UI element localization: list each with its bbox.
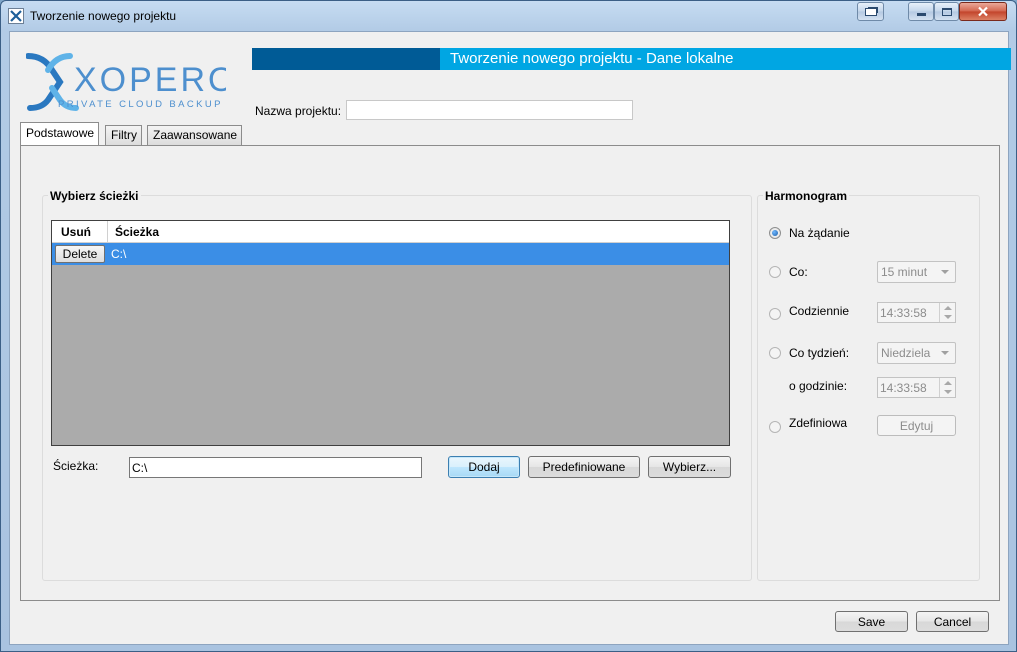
on-demand-label: Na żądanie [789, 226, 850, 240]
chevron-down-icon [941, 270, 949, 274]
close-button[interactable] [959, 2, 1007, 21]
header-banner-accent [252, 48, 440, 70]
window-switch-icon [864, 7, 877, 16]
row-path-value: C:\ [111, 247, 127, 261]
weekly-time-value: 14:33:58 [880, 381, 927, 395]
daily-time-value: 14:33:58 [880, 306, 927, 320]
weekly-day-select[interactable]: Niedziela [877, 342, 956, 364]
app-icon [8, 8, 24, 24]
predefined-paths-button[interactable]: Predefiniowane [528, 456, 640, 478]
save-button[interactable]: Save [835, 611, 908, 632]
tab-zaawansowane[interactable]: Zaawansowane [147, 125, 243, 145]
tab-filtry[interactable]: Filtry [105, 125, 142, 145]
every-interval-value: 15 minut [881, 265, 928, 279]
column-header-path[interactable]: Ścieżka [115, 225, 159, 239]
every-label: Co: [789, 265, 808, 279]
spinner-up-icon [944, 381, 952, 385]
spinner-up-icon [944, 306, 952, 310]
radio-weekly[interactable] [769, 347, 781, 359]
delete-row-button[interactable]: Delete [55, 245, 105, 263]
logo-tagline: PRIVATE CLOUD BACKUP [58, 99, 223, 110]
custom-label: Zdefiniowa [789, 416, 848, 430]
dialog-client-area: XOPERO PRIVATE CLOUD BACKUP Tworzenie no… [9, 31, 1011, 645]
maximize-button[interactable] [934, 2, 959, 21]
radio-custom[interactable] [769, 421, 781, 433]
choose-path-button[interactable]: Wybierz... [648, 456, 731, 478]
weekly-day-value: Niedziela [881, 346, 931, 360]
schedule-group-title: Harmonogram [763, 189, 850, 203]
minimize-icon [916, 13, 926, 16]
title-bar[interactable]: Tworzenie nowego projektu [1, 1, 1016, 31]
table-row[interactable]: Delete C:\ [52, 243, 729, 265]
path-label: Ścieżka: [53, 459, 99, 473]
header-banner: Tworzenie nowego projektu - Dane lokalne [252, 48, 1011, 70]
task-switch-button[interactable] [857, 2, 884, 21]
column-header-delete[interactable]: Usuń [61, 225, 91, 239]
spinner-down-icon [944, 390, 952, 394]
every-interval-select[interactable]: 15 minut [877, 261, 956, 283]
weekly-label: Co tydzień: [789, 346, 850, 360]
cancel-button[interactable]: Cancel [916, 611, 989, 632]
radio-every[interactable] [769, 266, 781, 278]
xopero-logo: XOPERO PRIVATE CLOUD BACKUP [25, 52, 234, 114]
spinner-down-icon [944, 315, 952, 319]
minimize-button[interactable] [908, 2, 934, 21]
daily-label: Codziennie [789, 304, 850, 318]
spinner-buttons[interactable] [939, 303, 955, 322]
project-name-input[interactable] [346, 100, 633, 120]
paths-group-title: Wybierz ścieżki [48, 189, 141, 203]
add-path-button[interactable]: Dodaj [448, 456, 520, 478]
maximize-icon [941, 7, 952, 16]
path-input[interactable] [129, 457, 422, 478]
project-name-label: Nazwa projektu: [255, 104, 342, 118]
radio-daily[interactable] [769, 308, 781, 320]
column-separator [107, 221, 108, 243]
edit-schedule-button[interactable]: Edytuj [877, 415, 956, 436]
radio-on-demand[interactable] [769, 227, 781, 239]
tab-podstawowe[interactable]: Podstawowe [20, 122, 100, 145]
spinner-buttons[interactable] [939, 378, 955, 397]
page-title: Tworzenie nowego projektu - Dane lokalne [450, 50, 734, 67]
weekly-time-spinner[interactable]: 14:33:58 [877, 377, 956, 398]
logo-brand-text: XOPERO [74, 61, 226, 99]
chevron-down-icon [941, 351, 949, 355]
dialog-window: Tworzenie nowego projektu XOPERO PRIVATE… [0, 0, 1017, 652]
weekly-hour-label: o godzinie: [789, 379, 848, 393]
paths-table-header: Usuń Ścieżka [52, 221, 729, 243]
xopero-logo-mark: XOPERO PRIVATE CLOUD BACKUP [25, 53, 234, 111]
close-icon [978, 6, 988, 17]
daily-time-spinner[interactable]: 14:33:58 [877, 302, 956, 323]
paths-table[interactable]: Usuń Ścieżka Delete C:\ [51, 220, 730, 446]
window-title: Tworzenie nowego projektu [30, 9, 177, 23]
